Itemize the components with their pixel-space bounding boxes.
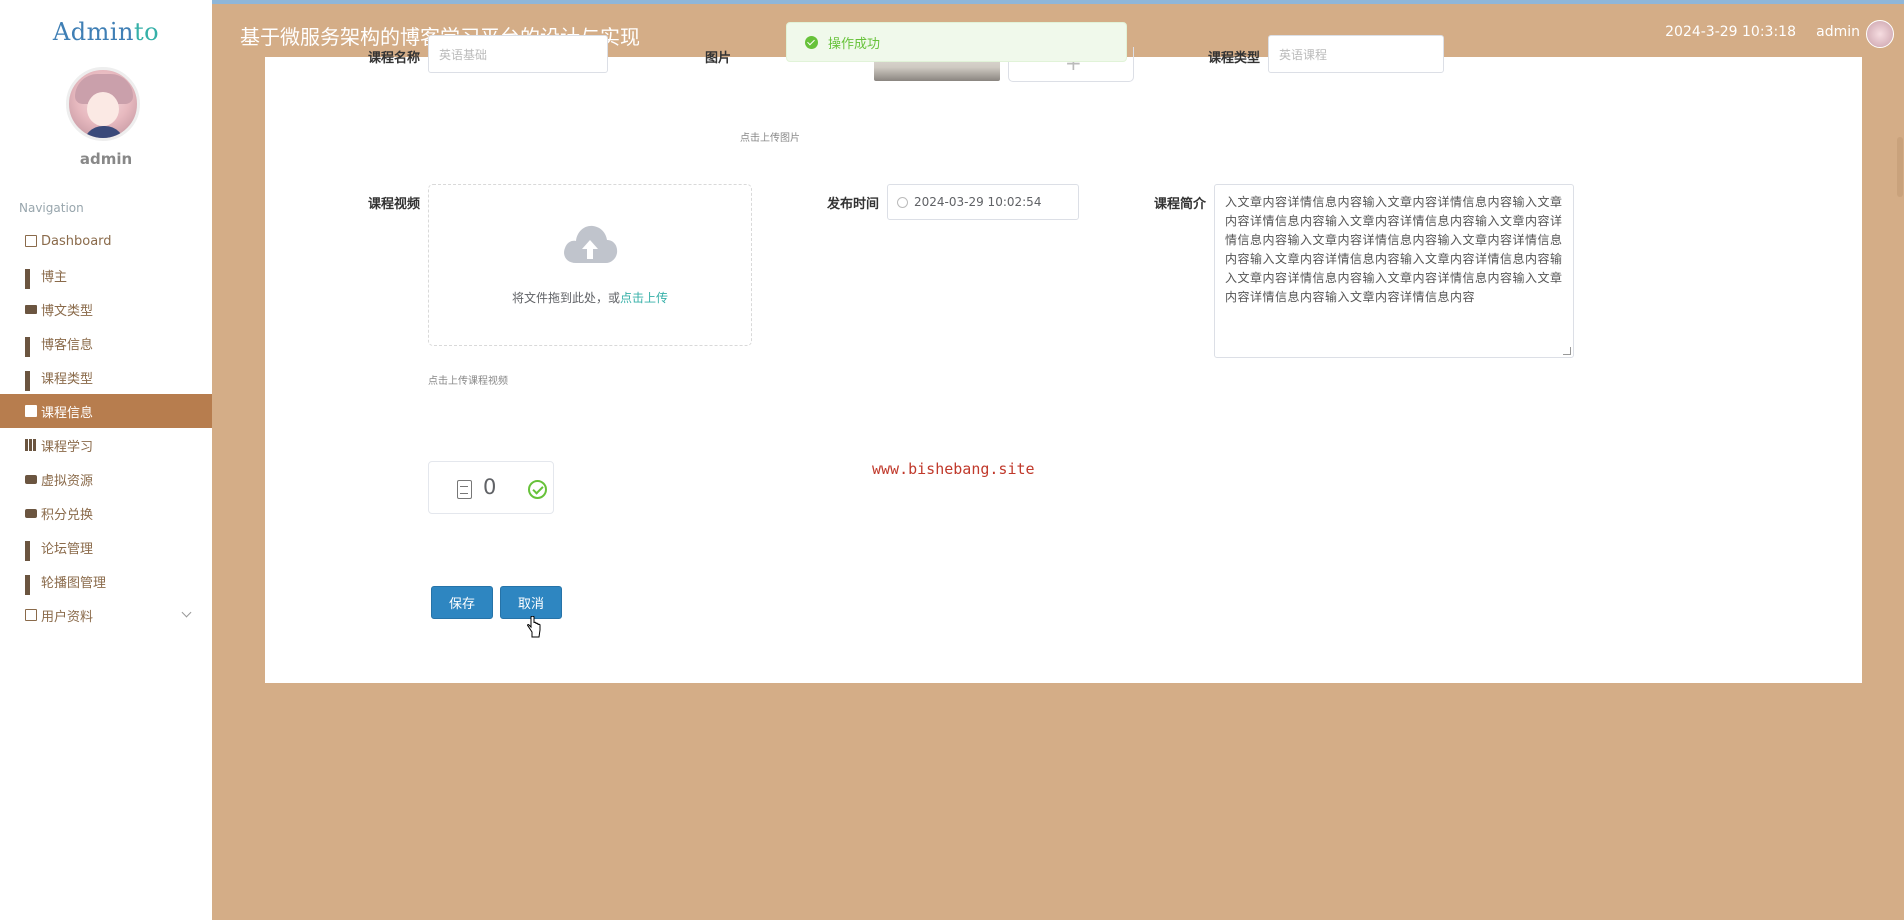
sidebar-item-course-info[interactable]: 课程信息	[0, 394, 212, 428]
grid-icon	[25, 269, 37, 289]
course-name-input[interactable]: 英语基础	[428, 35, 608, 73]
sidebar-item-label: 课程类型	[41, 371, 94, 387]
sidebar-item-carousel[interactable]: 轮播图管理	[0, 564, 212, 598]
hand-cursor-icon	[527, 616, 541, 638]
check-circle-icon	[528, 480, 547, 499]
topbar-username[interactable]: admin	[1816, 24, 1860, 40]
image-label: 图片	[705, 51, 732, 66]
dropzone-instruction: 将文件拖到此处，或	[511, 291, 620, 305]
click-upload-link[interactable]: 点击上传	[620, 291, 668, 305]
books-icon	[25, 439, 37, 451]
folder-icon	[25, 609, 37, 621]
cloud-upload-icon	[564, 225, 618, 263]
sidebar-item-course-type[interactable]: 课程类型	[0, 360, 212, 394]
sidebar-item-dashboard[interactable]: Dashboard	[0, 224, 212, 258]
video-upload-dropzone[interactable]: 将文件拖到此处，或点击上传	[428, 184, 752, 346]
sidebar-item-label: 积分兑换	[41, 507, 94, 523]
image-upload-hint: 点击上传图片	[740, 133, 800, 144]
chevron-down-icon	[181, 607, 192, 618]
success-toast: 操作成功	[786, 22, 1127, 62]
avatar[interactable]	[66, 67, 140, 141]
course-type-label: 课程类型	[1208, 51, 1261, 66]
comment-icon	[25, 474, 37, 484]
sidebar-item-course-study[interactable]: 课程学习	[0, 428, 212, 462]
nav-section-title: Navigation	[19, 201, 84, 215]
sidebar-username: admin	[79, 150, 133, 168]
avatar-face	[87, 92, 119, 126]
check-circle-icon	[805, 35, 818, 49]
grid-icon	[25, 337, 37, 357]
page-scrollbar[interactable]	[1896, 57, 1904, 920]
course-intro-label: 课程简介	[1154, 197, 1207, 212]
cancel-button[interactable]: 取消	[500, 586, 562, 619]
course-type-select[interactable]: 英语课程	[1268, 35, 1444, 73]
app-logo[interactable]: Adminto	[0, 18, 212, 46]
sidebar-item-virtual-resource[interactable]: 虚拟资源	[0, 462, 212, 496]
uploaded-file-card[interactable]: 0	[428, 461, 554, 514]
publish-time-value: 2024-03-29 10:02:54	[914, 195, 1042, 209]
course-intro-textarea[interactable]: 入文章内容详情信息内容输入文章内容详情信息内容输入文章内容详情信息内容输入文章内…	[1214, 184, 1574, 358]
clipboard-icon	[25, 405, 37, 417]
logo-accent-text: to	[134, 18, 160, 46]
logo-text: Admin	[52, 18, 134, 46]
document-icon	[457, 480, 472, 499]
sidebar-item-label: 课程学习	[41, 439, 94, 455]
sidebar-item-post-type[interactable]: 博文类型	[0, 292, 212, 326]
publish-time-input[interactable]: 2024-03-29 10:02:54	[887, 184, 1079, 220]
sidebar-item-label: 轮播图管理	[41, 575, 107, 591]
course-name-label: 课程名称	[368, 51, 421, 66]
sidebar-item-label: 虚拟资源	[41, 473, 94, 489]
sidebar-menu: Dashboard 博主 博文类型 博客信息 课程类型 课程信息 课程学习 虚拟…	[0, 224, 212, 632]
sidebar-item-user-profile[interactable]: 用户资料	[0, 598, 212, 632]
topbar-avatar[interactable]	[1866, 20, 1894, 48]
home-icon	[25, 235, 37, 247]
toast-message: 操作成功	[828, 36, 881, 52]
sidebar-item-label: Dashboard	[41, 233, 112, 249]
publish-time-label: 发布时间	[827, 197, 880, 212]
sidebar-item-label: 课程信息	[41, 405, 94, 421]
dropzone-text: 将文件拖到此处，或点击上传	[429, 289, 751, 306]
grid-icon	[25, 541, 37, 561]
sidebar: Adminto admin Navigation Dashboard 博主 博文…	[0, 0, 212, 920]
watermark-text: www.bishebang.site	[872, 460, 1035, 478]
file-count: 0	[483, 475, 497, 499]
sidebar-item-label: 论坛管理	[41, 541, 94, 557]
grid-icon	[25, 371, 37, 391]
comment-icon	[25, 508, 37, 518]
sidebar-item-forum[interactable]: 论坛管理	[0, 530, 212, 564]
sidebar-item-blogger[interactable]: 博主	[0, 258, 212, 292]
grid-icon	[25, 575, 37, 595]
sidebar-item-blog-info[interactable]: 博客信息	[0, 326, 212, 360]
sidebar-item-label: 博客信息	[41, 337, 94, 353]
sidebar-item-label: 博文类型	[41, 303, 94, 319]
resize-handle-icon[interactable]	[1563, 347, 1571, 355]
sidebar-item-points-exchange[interactable]: 积分兑换	[0, 496, 212, 530]
current-datetime: 2024-3-29 10:3:18	[1665, 24, 1796, 40]
save-button[interactable]: 保存	[431, 586, 493, 619]
sidebar-item-label: 博主	[41, 269, 68, 285]
avatar-body	[83, 126, 125, 138]
scrollbar-thumb[interactable]	[1897, 137, 1903, 197]
briefcase-icon	[25, 304, 37, 314]
video-upload-hint: 点击上传课程视频	[428, 376, 508, 387]
clock-icon	[897, 197, 908, 208]
course-intro-text: 入文章内容详情信息内容输入文章内容详情信息内容输入文章内容详情信息内容输入文章内…	[1225, 195, 1563, 304]
sidebar-item-label: 用户资料	[41, 609, 94, 625]
course-video-label: 课程视频	[368, 197, 421, 212]
